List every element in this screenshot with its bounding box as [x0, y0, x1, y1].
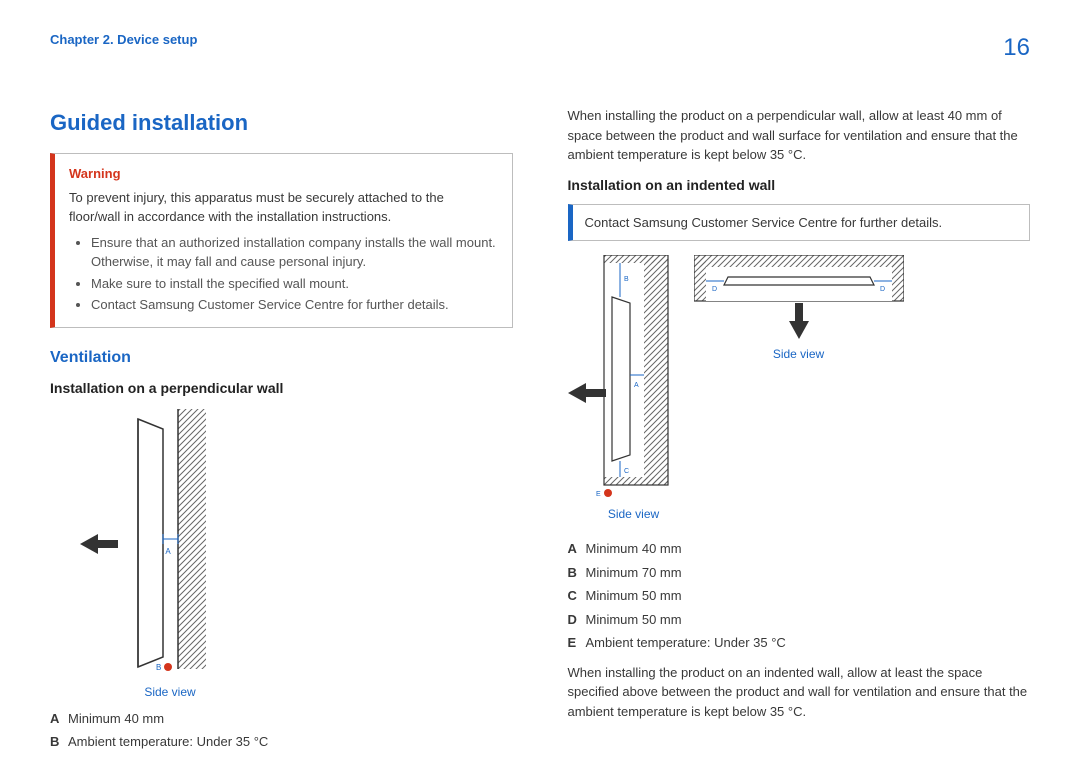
- indented-legend: AMinimum 40 mm BMinimum 70 mm CMinimum 5…: [568, 539, 1031, 653]
- side-view-label: Side view: [594, 505, 674, 523]
- svg-text:D: D: [880, 286, 885, 293]
- warning-bullet: Ensure that an authorized installation c…: [91, 233, 498, 272]
- warning-bullet: Make sure to install the specified wall …: [91, 274, 498, 294]
- svg-text:B: B: [156, 663, 161, 672]
- warning-bullet: Contact Samsung Customer Service Centre …: [91, 295, 498, 315]
- section-title: Guided installation: [50, 106, 513, 139]
- arrow-down-icon: [789, 321, 809, 339]
- chapter-label: Chapter 2. Device setup: [50, 30, 197, 50]
- info-box: Contact Samsung Customer Service Centre …: [568, 204, 1031, 242]
- perpendicular-heading: Installation on a perpendicular wall: [50, 378, 513, 399]
- legend-value: Minimum 50 mm: [586, 612, 682, 627]
- svg-text:B: B: [624, 276, 629, 283]
- indented-diagrams: B A C E Side view: [568, 255, 1031, 531]
- perpendicular-diagram: A B: [80, 409, 513, 679]
- legend-value: Ambient temperature: Under 35 °C: [586, 635, 786, 650]
- legend-row: EAmbient temperature: Under 35 °C: [568, 633, 1031, 653]
- perpendicular-side-view-svg: A B: [108, 409, 228, 679]
- perpendicular-paragraph: When installing the product on a perpend…: [568, 106, 1031, 165]
- arrow-left-icon: [80, 534, 98, 554]
- content-columns: Guided installation Warning To prevent i…: [50, 106, 1030, 756]
- legend-row: DMinimum 50 mm: [568, 610, 1031, 630]
- indented-top-view-svg: D D: [694, 255, 904, 303]
- indented-top-view: D D Side view: [694, 255, 904, 371]
- indented-paragraph: When installing the product on an indent…: [568, 663, 1031, 722]
- legend-value: Minimum 40 mm: [586, 541, 682, 556]
- header: Chapter 2. Device setup 16: [50, 30, 1030, 66]
- legend-row: AMinimum 40 mm: [50, 709, 513, 729]
- left-column: Guided installation Warning To prevent i…: [50, 106, 513, 756]
- legend-value: Ambient temperature: Under 35 °C: [68, 734, 268, 749]
- svg-text:D: D: [712, 286, 717, 293]
- legend-key: D: [568, 610, 586, 630]
- legend-row: BMinimum 70 mm: [568, 563, 1031, 583]
- info-note: Contact Samsung Customer Service Centre …: [585, 215, 943, 230]
- arrow-left-icon: [568, 383, 586, 403]
- legend-key: B: [568, 563, 586, 583]
- svg-text:E: E: [596, 491, 601, 498]
- legend-key: A: [568, 539, 586, 559]
- legend-key: B: [50, 732, 68, 752]
- warning-box: Warning To prevent injury, this apparatu…: [50, 153, 513, 328]
- side-view-label: Side view: [694, 345, 904, 363]
- ventilation-heading: Ventilation: [50, 346, 513, 370]
- legend-value: Minimum 40 mm: [68, 711, 164, 726]
- svg-text:A: A: [165, 547, 171, 556]
- warning-title: Warning: [69, 164, 498, 184]
- indented-side-view-svg: B A C E: [594, 255, 674, 505]
- legend-row: AMinimum 40 mm: [568, 539, 1031, 559]
- legend-row: BAmbient temperature: Under 35 °C: [50, 732, 513, 752]
- indented-heading: Installation on an indented wall: [568, 175, 1031, 196]
- warning-bullets: Ensure that an authorized installation c…: [69, 233, 498, 315]
- legend-key: A: [50, 709, 68, 729]
- svg-text:C: C: [624, 468, 629, 475]
- right-column: When installing the product on a perpend…: [568, 106, 1031, 756]
- legend-key: C: [568, 586, 586, 606]
- legend-value: Minimum 50 mm: [586, 588, 682, 603]
- side-view-label: Side view: [110, 683, 230, 701]
- warning-body: To prevent injury, this apparatus must b…: [69, 188, 498, 227]
- page-number: 16: [1003, 30, 1030, 66]
- legend-row: CMinimum 50 mm: [568, 586, 1031, 606]
- legend-value: Minimum 70 mm: [586, 565, 682, 580]
- svg-text:A: A: [634, 382, 639, 389]
- legend-key: E: [568, 633, 586, 653]
- perpendicular-legend: AMinimum 40 mm BAmbient temperature: Und…: [50, 709, 513, 752]
